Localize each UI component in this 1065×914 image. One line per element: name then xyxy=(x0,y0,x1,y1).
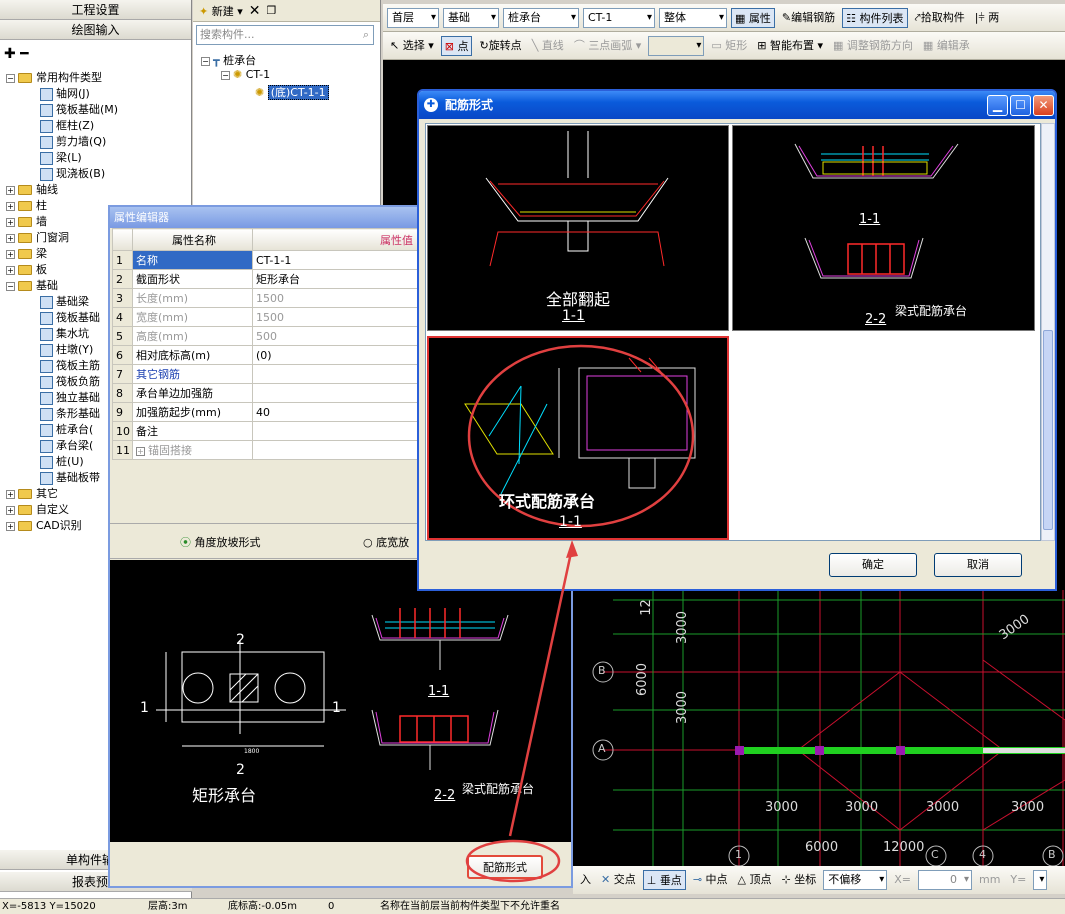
status-coordinates: X=-5813 Y=15020 xyxy=(2,901,96,912)
status-bar: X=-5813 Y=15020 层高:3m 底标高:-0.05m 0 名称在当前… xyxy=(0,898,1065,914)
annotation-arrow xyxy=(465,540,578,883)
status-message: 名称在当前层当前构件类型下不允许重名 xyxy=(380,901,560,912)
status-base-height: 底标高:-0.05m xyxy=(228,901,297,912)
status-zero: 0 xyxy=(328,901,335,912)
status-floor-height: 层高:3m xyxy=(148,901,188,912)
